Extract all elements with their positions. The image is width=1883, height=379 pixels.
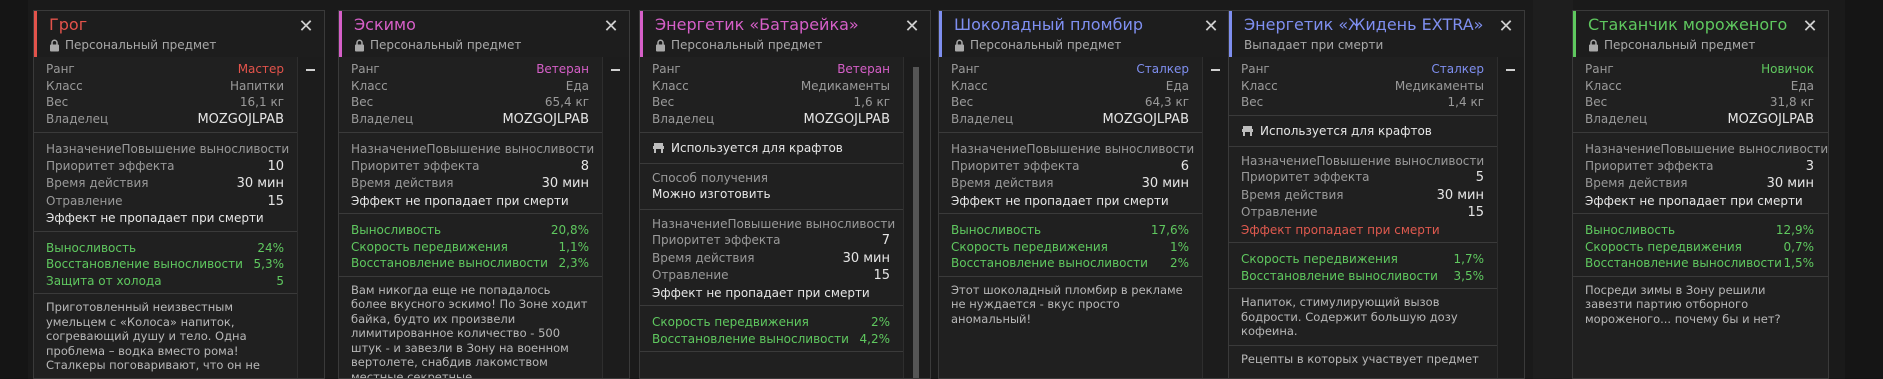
death-note: Эффект не пропадает при смерти <box>46 211 264 225</box>
item-description: Этот шоколадный пломбир в рекламе не нуж… <box>951 282 1183 326</box>
close-icon[interactable]: ✕ <box>603 18 619 36</box>
effect-section: Назначение Повышение выносливости Приорит… <box>339 133 603 214</box>
scrollbar[interactable] <box>1497 57 1524 378</box>
item-title: Эскимо <box>354 15 416 34</box>
info-section: Ранг Сталкер Класс Медикаменты Вес 1,4 кг <box>1229 57 1498 116</box>
item-subtitle: Выпадает при смерти <box>1244 38 1384 52</box>
close-icon[interactable]: ✕ <box>1203 18 1219 36</box>
card-header: Эскимо Персональный предмет ✕ <box>339 11 629 57</box>
death-note: Эффект не пропадает при смерти <box>1585 193 1803 208</box>
item-card-eskimo: Эскимо Персональный предмет ✕ Ранг Ветера… <box>338 10 630 379</box>
item-subtitle: Персональный предмет <box>671 38 823 52</box>
item-subtitle: Персональный предмет <box>65 38 217 52</box>
item-title: Грог <box>49 15 88 34</box>
scrollbar[interactable] <box>297 57 324 378</box>
rank-value: Мастер <box>237 62 284 76</box>
item-title: Энергетик «Батарейка» <box>655 15 859 34</box>
item-card-zhiden: Энергетик «Жидень EXTRA» Выпадает при см… <box>1228 10 1525 379</box>
lock-icon <box>50 39 59 51</box>
lock-icon <box>355 39 364 51</box>
obtain-section: Способ получения Можно изготовить <box>640 164 904 210</box>
info-section: Ранг Сталкер Класс Еда Вес 64,3 кг Владелец… <box>939 57 1203 133</box>
craft-tag: Используется для крафтов <box>640 133 904 164</box>
scrollbar[interactable] <box>903 57 930 378</box>
stats-section: Выносливость 24% Восстановление выносливо… <box>34 232 298 294</box>
rank-value: Сталкер <box>1431 62 1484 76</box>
rank-value: Ветеран <box>536 62 589 76</box>
item-description: Посреди зимы в Зону решили завезти парти… <box>1585 282 1781 326</box>
effect-section: Назначение Повышение выносливости Приорит… <box>1229 147 1498 243</box>
stats-section: Выносливость 12,9% Скорость передвижения 0… <box>1573 214 1828 277</box>
card-header: Грог Персональный предмет ✕ <box>34 11 324 57</box>
card-header: Энергетик «Батарейка» Персональный предм… <box>640 11 930 57</box>
lock-icon <box>1589 39 1598 51</box>
stats-section: Скорость передвижения 1,7% Восстановление… <box>1229 243 1498 289</box>
death-note: Эффект не пропадает при смерти <box>351 193 569 208</box>
item-card-grog: Грог Персональный предмет ✕ Ранг Мастер К… <box>33 10 325 379</box>
rank-value: Ветеран <box>837 62 890 76</box>
death-note: Эффект не пропадает при смерти <box>951 193 1169 208</box>
item-subtitle: Персональный предмет <box>370 38 522 52</box>
info-section: Ранг Ветеран Класс Еда Вес 65,4 кг Владелец… <box>339 57 603 133</box>
item-title: Энергетик «Жидень EXTRA» <box>1244 15 1484 34</box>
stats-section: Скорость передвижения 2% Восстановление в… <box>640 306 904 352</box>
effect-section: Назначение Повышение выносливости Приорит… <box>1573 133 1828 214</box>
info-section: Ранг Ветеран Класс Медикаменты Вес 1,6 кг В… <box>640 57 904 133</box>
scrollbar[interactable] <box>1202 57 1229 378</box>
info-section: Ранг Мастер Класс Напитки Вес 16,1 кг Владе… <box>34 57 298 133</box>
death-note: Эффект не пропадает при смерти <box>652 285 870 300</box>
rank-value: Сталкер <box>1136 62 1189 76</box>
item-card-battery: Энергетик «Батарейка» Персональный предм… <box>639 10 931 379</box>
crafting-icon <box>1242 125 1253 136</box>
item-subtitle: Персональный предмет <box>1604 38 1756 52</box>
close-icon[interactable]: ✕ <box>904 18 920 36</box>
item-description: Приготовленный неизвестным умельцем с «К… <box>46 300 260 372</box>
card-header: Энергетик «Жидень EXTRA» Выпадает при см… <box>1229 11 1524 57</box>
close-icon[interactable]: ✕ <box>298 18 314 36</box>
item-card-icecream-cup: Стаканчик мороженого Персональный предме… <box>1572 10 1829 379</box>
close-icon[interactable]: ✕ <box>1802 18 1818 36</box>
craft-tag: Используется для крафтов <box>1229 116 1498 147</box>
effect-section: Назначение Повышение выносливости Приорит… <box>939 133 1203 214</box>
card-header: Шоколадный пломбир Персональный предмет … <box>939 11 1229 57</box>
stats-section: Выносливость 17,6% Скорость передвижения 1… <box>939 214 1203 277</box>
item-description: Вам никогда еще не попадалось более вкус… <box>351 282 588 379</box>
effect-section: Назначение Повышение выносливости Приорит… <box>34 133 298 232</box>
info-section: Ранг Новичок Класс Еда Вес 31,8 кг Владелец… <box>1573 57 1828 133</box>
stats-section: Выносливость 20,8% Скорость передвижения 1… <box>339 214 603 277</box>
item-card-chocolate: Шоколадный пломбир Персональный предмет … <box>938 10 1230 379</box>
item-title: Стаканчик мороженого <box>1588 15 1788 34</box>
card-header: Стаканчик мороженого Персональный предме… <box>1573 11 1828 57</box>
item-subtitle: Персональный предмет <box>970 38 1122 52</box>
crafting-icon <box>653 143 664 153</box>
recipes-label: Рецепты в которых участвует предмет <box>1241 351 1479 366</box>
rank-value: Новичок <box>1761 62 1814 76</box>
item-description: Напиток, стимулирующий вызов бодрости. С… <box>1229 289 1498 346</box>
death-note: Эффект пропадает при смерти <box>1241 222 1440 237</box>
close-icon[interactable]: ✕ <box>1498 18 1514 36</box>
item-title: Шоколадный пломбир <box>954 15 1143 34</box>
effect-section: Назначение Повышение выносливости Приорит… <box>640 210 904 306</box>
lock-icon <box>955 39 964 51</box>
lock-icon <box>656 39 665 51</box>
scrollbar[interactable] <box>602 57 629 378</box>
